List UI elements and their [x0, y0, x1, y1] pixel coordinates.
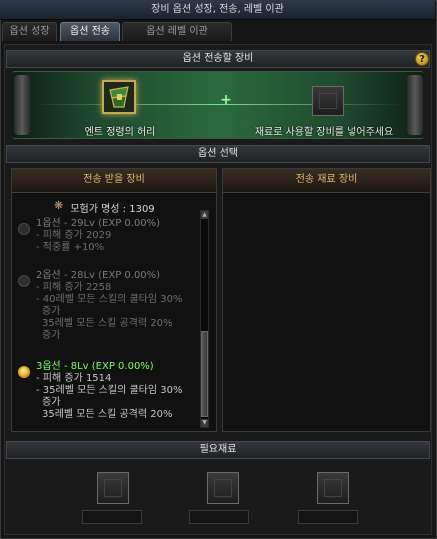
- reputation-text: 모험가 명성 : 1309: [70, 204, 155, 215]
- option-1-detail: - 적중률 +10%: [36, 242, 105, 253]
- option-2-title: 2옵션 - 28Lv (EXP 0.00%): [36, 270, 161, 281]
- empty-slot-frame: [214, 479, 232, 497]
- option-3-detail: 35레벨 모든 스킬 공격력 20%: [42, 409, 173, 420]
- option-3-title: 3옵션 - 8Lv (EXP 0.00%): [36, 361, 154, 372]
- receive-equipment-title: 전송 받을 장비: [12, 169, 216, 193]
- tab-option-growth[interactable]: 옵션 성장: [2, 22, 57, 41]
- option-3-radio[interactable]: [18, 366, 30, 378]
- empty-slot-frame: [319, 93, 337, 109]
- required-material-count-1: [82, 510, 142, 524]
- option-3-lines: 3옵션 - 8Lv (EXP 0.00%) - 피해 증가 1514 - 35레…: [36, 361, 206, 421]
- empty-slot-frame: [104, 479, 122, 497]
- material-equipment-title: 전송 재료 장비: [223, 169, 430, 193]
- option-2-detail: 증가: [42, 306, 61, 317]
- question-icon: ?: [419, 54, 425, 65]
- option-2-detail: 35레벨 모든 스킬 공격력 20%: [42, 318, 173, 329]
- material-hint: 재료로 사용할 장비를 넣어주세요: [254, 127, 394, 138]
- empty-slot-frame: [324, 479, 342, 497]
- required-material-slot-3[interactable]: [317, 472, 349, 504]
- tab-option-level-transfer[interactable]: 옵션 레벨 이관: [122, 22, 232, 41]
- window-title: 장비 옵션 성장, 전송, 레벨 이관: [0, 0, 435, 20]
- required-material-slot-1[interactable]: [97, 472, 129, 504]
- tab-bar: 옵션 성장 옵션 전송 옵션 레벨 이관: [0, 22, 435, 42]
- tab-option-transfer[interactable]: 옵션 전송: [60, 22, 120, 41]
- option-1-title: 1옵션 - 29Lv (EXP 0.00%): [36, 218, 161, 229]
- scroll-up-icon[interactable]: ▲: [201, 211, 208, 219]
- option-2-detail: - 40레벨 모든 스킬의 쿨타임 30%: [36, 294, 183, 305]
- belt-item-icon: [104, 82, 134, 112]
- scroll-thumb[interactable]: [201, 331, 208, 417]
- option-2-detail: - 피해 증가 2258: [36, 282, 112, 293]
- option-3-detail: 증가: [42, 397, 61, 408]
- option-2-lines: 2옵션 - 28Lv (EXP 0.00%) - 피해 증가 2258 - 40…: [36, 270, 206, 342]
- option-1-radio[interactable]: [18, 223, 30, 235]
- required-material-count-2: [189, 510, 249, 524]
- help-button[interactable]: ?: [415, 52, 429, 66]
- material-item-slot[interactable]: [312, 86, 344, 116]
- required-material-count-3: [298, 510, 358, 524]
- scroll-down-icon[interactable]: ▼: [201, 419, 208, 427]
- option-3-detail: - 35레벨 모든 스킬의 쿨타임 30%: [36, 385, 183, 396]
- band-cap-left: [14, 75, 30, 135]
- option-1-lines: 1옵션 - 29Lv (EXP 0.00%) - 피해 증가 2029 - 적중…: [36, 218, 206, 254]
- required-materials-header: 필요재료: [6, 441, 430, 459]
- plus-icon: +: [220, 92, 232, 108]
- option-list-scrollbar[interactable]: ▲ ▼: [200, 210, 209, 428]
- option-1-detail: - 피해 증가 2029: [36, 230, 112, 241]
- option-2-radio[interactable]: [18, 275, 30, 287]
- transfer-equipment-header: 옵션 전송할 장비: [6, 50, 430, 68]
- option-3-detail: - 피해 증가 1514: [36, 373, 112, 384]
- required-material-slot-2[interactable]: [207, 472, 239, 504]
- source-item-name: 엔트 정령의 허리: [84, 127, 156, 138]
- option-select-header: 옵션 선택: [6, 145, 430, 163]
- material-equipment-box: 전송 재료 장비: [222, 168, 431, 432]
- source-item-slot[interactable]: [102, 80, 136, 114]
- option-2-detail: 증가: [42, 330, 61, 341]
